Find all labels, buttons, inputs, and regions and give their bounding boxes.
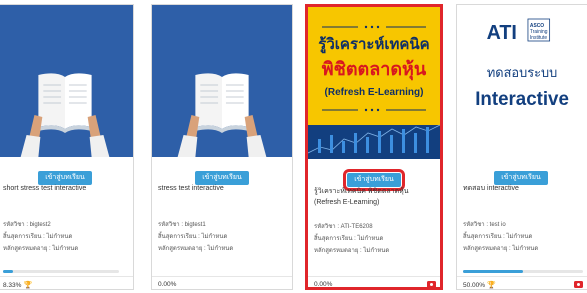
banner-line3: (Refresh E-Learning) bbox=[325, 87, 424, 98]
divider bbox=[457, 276, 587, 277]
course-title[interactable]: stress test interactive bbox=[158, 184, 286, 194]
progress-percent: 8.33% 🏆 bbox=[3, 281, 32, 289]
open-book-illustration bbox=[152, 5, 292, 157]
enroll-button[interactable]: เข้าสู่บทเรียน bbox=[343, 169, 405, 191]
ati-logo-sub1: ASCO bbox=[530, 23, 544, 29]
course-title[interactable]: ทดสอบ interactive bbox=[463, 184, 587, 194]
banner-line1: รู้วิเคราะห์เทคนิค bbox=[318, 35, 429, 54]
course-thumbnail[interactable] bbox=[152, 5, 292, 157]
course-title[interactable]: รู้วิเคราะห์เทคนิค พิชิตตลาดหุ้น (Refres… bbox=[314, 186, 434, 208]
progress-percent: 0.00% bbox=[314, 281, 333, 288]
course-thumbnail[interactable] bbox=[0, 5, 133, 157]
ati-logo-sub2: Training bbox=[530, 29, 548, 35]
ati-banner-illustration: ATI ASCO Training Institute ทดสอบระบบ In… bbox=[457, 5, 587, 157]
progress-text: 0.00% bbox=[314, 281, 333, 288]
open-book-illustration bbox=[0, 5, 133, 157]
trophy-icon: 🏆 bbox=[23, 282, 33, 289]
divider bbox=[0, 276, 133, 277]
progress-bar bbox=[3, 270, 119, 273]
expire-date: หลักสูตรหมดอายุ : ไม่กำหนด bbox=[463, 246, 539, 252]
progress-percent: 0.00% bbox=[158, 281, 176, 288]
enroll-button[interactable]: เข้าสู่บทเรียน bbox=[494, 171, 548, 185]
course-card-selected[interactable]: รู้วิเคราะห์เทคนิค พิชิตตลาดหุ้น (Refres… bbox=[305, 4, 443, 290]
divider bbox=[308, 276, 440, 277]
progress-text: 50.00% bbox=[463, 282, 486, 289]
course-thumbnail[interactable]: ATI ASCO Training Institute ทดสอบระบบ In… bbox=[457, 5, 587, 157]
divider bbox=[152, 276, 292, 277]
stock-banner-illustration: รู้วิเคราะห์เทคนิค พิชิตตลาดหุ้น (Refres… bbox=[308, 7, 440, 159]
enroll-button[interactable]: เข้าสู่บทเรียน bbox=[38, 171, 92, 185]
progress-text: 0.00% bbox=[158, 281, 177, 288]
ati-logo-sub3: Institute bbox=[530, 35, 547, 41]
expire-date: หลักสูตรหมดอายุ : ไม่กำหนด bbox=[158, 246, 234, 252]
course-card-list: เข้าสู่บทเรียน short stress test interac… bbox=[0, 0, 587, 293]
course-card[interactable]: เข้าสู่บทเรียน stress test interactive ร… bbox=[151, 4, 293, 290]
banner-line2: พิชิตตลาดหุ้น bbox=[322, 59, 427, 81]
enroll-button[interactable]: เข้าสู่บทเรียน bbox=[195, 171, 249, 185]
trophy-icon: 🏆 bbox=[487, 282, 496, 289]
expire-date: หลักสูตรหมดอายุ : ไม่กำหนด bbox=[314, 248, 390, 254]
banner-line1: ทดสอบระบบ bbox=[487, 65, 557, 80]
course-card[interactable]: ATI ASCO Training Institute ทดสอบระบบ In… bbox=[456, 4, 587, 290]
end-date: สิ้นสุดการเรียน : ไม่กำหนด bbox=[158, 234, 228, 240]
course-thumbnail[interactable]: รู้วิเคราะห์เทคนิค พิชิตตลาดหุ้น (Refres… bbox=[308, 7, 440, 159]
course-code: รหัสวิชา : bigtest1 bbox=[158, 222, 206, 228]
camera-icon[interactable] bbox=[427, 281, 436, 287]
progress-bar bbox=[463, 270, 583, 273]
course-code: รหัสวิชา : test io bbox=[463, 222, 506, 228]
banner-line2: Interactive bbox=[475, 88, 569, 109]
course-code: รหัสวิชา : bigtest2 bbox=[3, 222, 51, 228]
progress-percent: 50.00% 🏆 bbox=[463, 281, 496, 289]
end-date: สิ้นสุดการเรียน : ไม่กำหนด bbox=[463, 234, 533, 240]
progress-fill bbox=[463, 270, 523, 273]
ati-logo-text: ATI bbox=[487, 22, 517, 44]
course-title[interactable]: short stress test interactive bbox=[3, 184, 127, 194]
end-date: สิ้นสุดการเรียน : ไม่กำหนด bbox=[314, 236, 384, 242]
expire-date: หลักสูตรหมดอายุ : ไม่กำหนด bbox=[3, 246, 79, 252]
progress-fill bbox=[3, 270, 13, 273]
progress-text: 8.33% bbox=[3, 282, 22, 289]
camera-icon[interactable] bbox=[574, 281, 583, 288]
course-card[interactable]: เข้าสู่บทเรียน short stress test interac… bbox=[0, 4, 134, 290]
end-date: สิ้นสุดการเรียน : ไม่กำหนด bbox=[3, 234, 73, 240]
course-code: รหัสวิชา : ATI-TE6208 bbox=[314, 224, 373, 230]
